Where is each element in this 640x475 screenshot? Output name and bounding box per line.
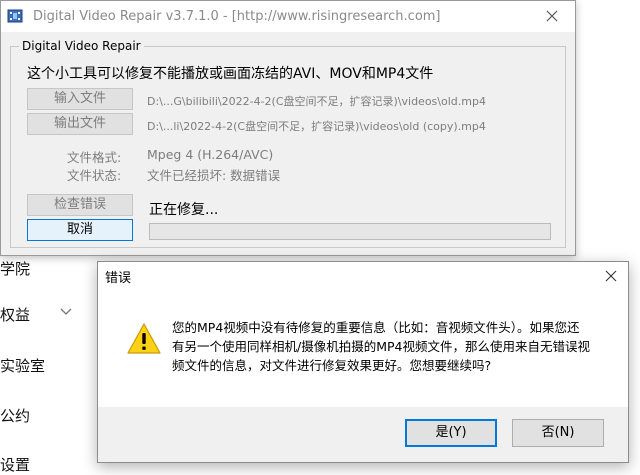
close-icon[interactable] xyxy=(604,269,618,283)
format-label: 文件格式: xyxy=(67,150,122,165)
state-value: 文件已经损坏: 数据错误 xyxy=(147,168,281,183)
window-title: Digital Video Repair v3.7.1.0 - [http://… xyxy=(33,9,441,24)
close-icon[interactable] xyxy=(543,7,561,25)
bg-nav-item[interactable]: 公约 xyxy=(0,405,30,426)
bg-nav-item[interactable]: 实验室 xyxy=(0,355,45,376)
output-file-button[interactable]: 输出文件 xyxy=(27,113,133,135)
repair-progress-bar xyxy=(149,223,551,240)
warning-icon xyxy=(127,323,161,354)
error-dialog: 错误 您的MP4视频中没有待修复的重要信息（比如：音视频文件头）。如果您还有另一… xyxy=(97,261,629,463)
app-logo-icon xyxy=(7,9,23,23)
no-button[interactable]: 否(N) xyxy=(512,419,604,447)
status-text: 正在修复... xyxy=(149,202,219,218)
description-text: 这个小工具可以修复不能播放或画面冻结的AVI、MOV和MP4文件 xyxy=(27,66,434,82)
chevron-down-icon[interactable] xyxy=(60,308,72,316)
dialog-message: 您的MP4视频中没有待修复的重要信息（比如：音视频文件头）。如果您还有另一个使用… xyxy=(172,320,590,373)
output-file-path: D:\...li\2022-4-2(C盘空间不足，扩容记录)\videos\ol… xyxy=(147,120,486,133)
input-file-button[interactable]: 输入文件 xyxy=(27,88,133,110)
format-value: Mpeg 4 (H.264/AVC) xyxy=(147,147,274,162)
group-label: Digital Video Repair xyxy=(19,39,144,53)
bg-nav-item[interactable]: 权益 xyxy=(0,304,30,325)
dialog-title: 错误 xyxy=(105,271,132,286)
yes-button[interactable]: 是(Y) xyxy=(405,419,497,447)
check-errors-button[interactable]: 检查错误 xyxy=(27,194,133,216)
cancel-button[interactable]: 取消 xyxy=(27,219,133,241)
bg-nav-item[interactable]: 学院 xyxy=(0,258,30,279)
app-titlebar[interactable]: Digital Video Repair v3.7.1.0 - [http://… xyxy=(1,1,575,32)
state-label: 文件状态: xyxy=(67,168,122,183)
app-window: Digital Video Repair v3.7.1.0 - [http://… xyxy=(0,0,576,256)
input-file-path: D:\...G\bilibili\2022-4-2(C盘空间不足，扩容记录)\v… xyxy=(147,95,486,108)
